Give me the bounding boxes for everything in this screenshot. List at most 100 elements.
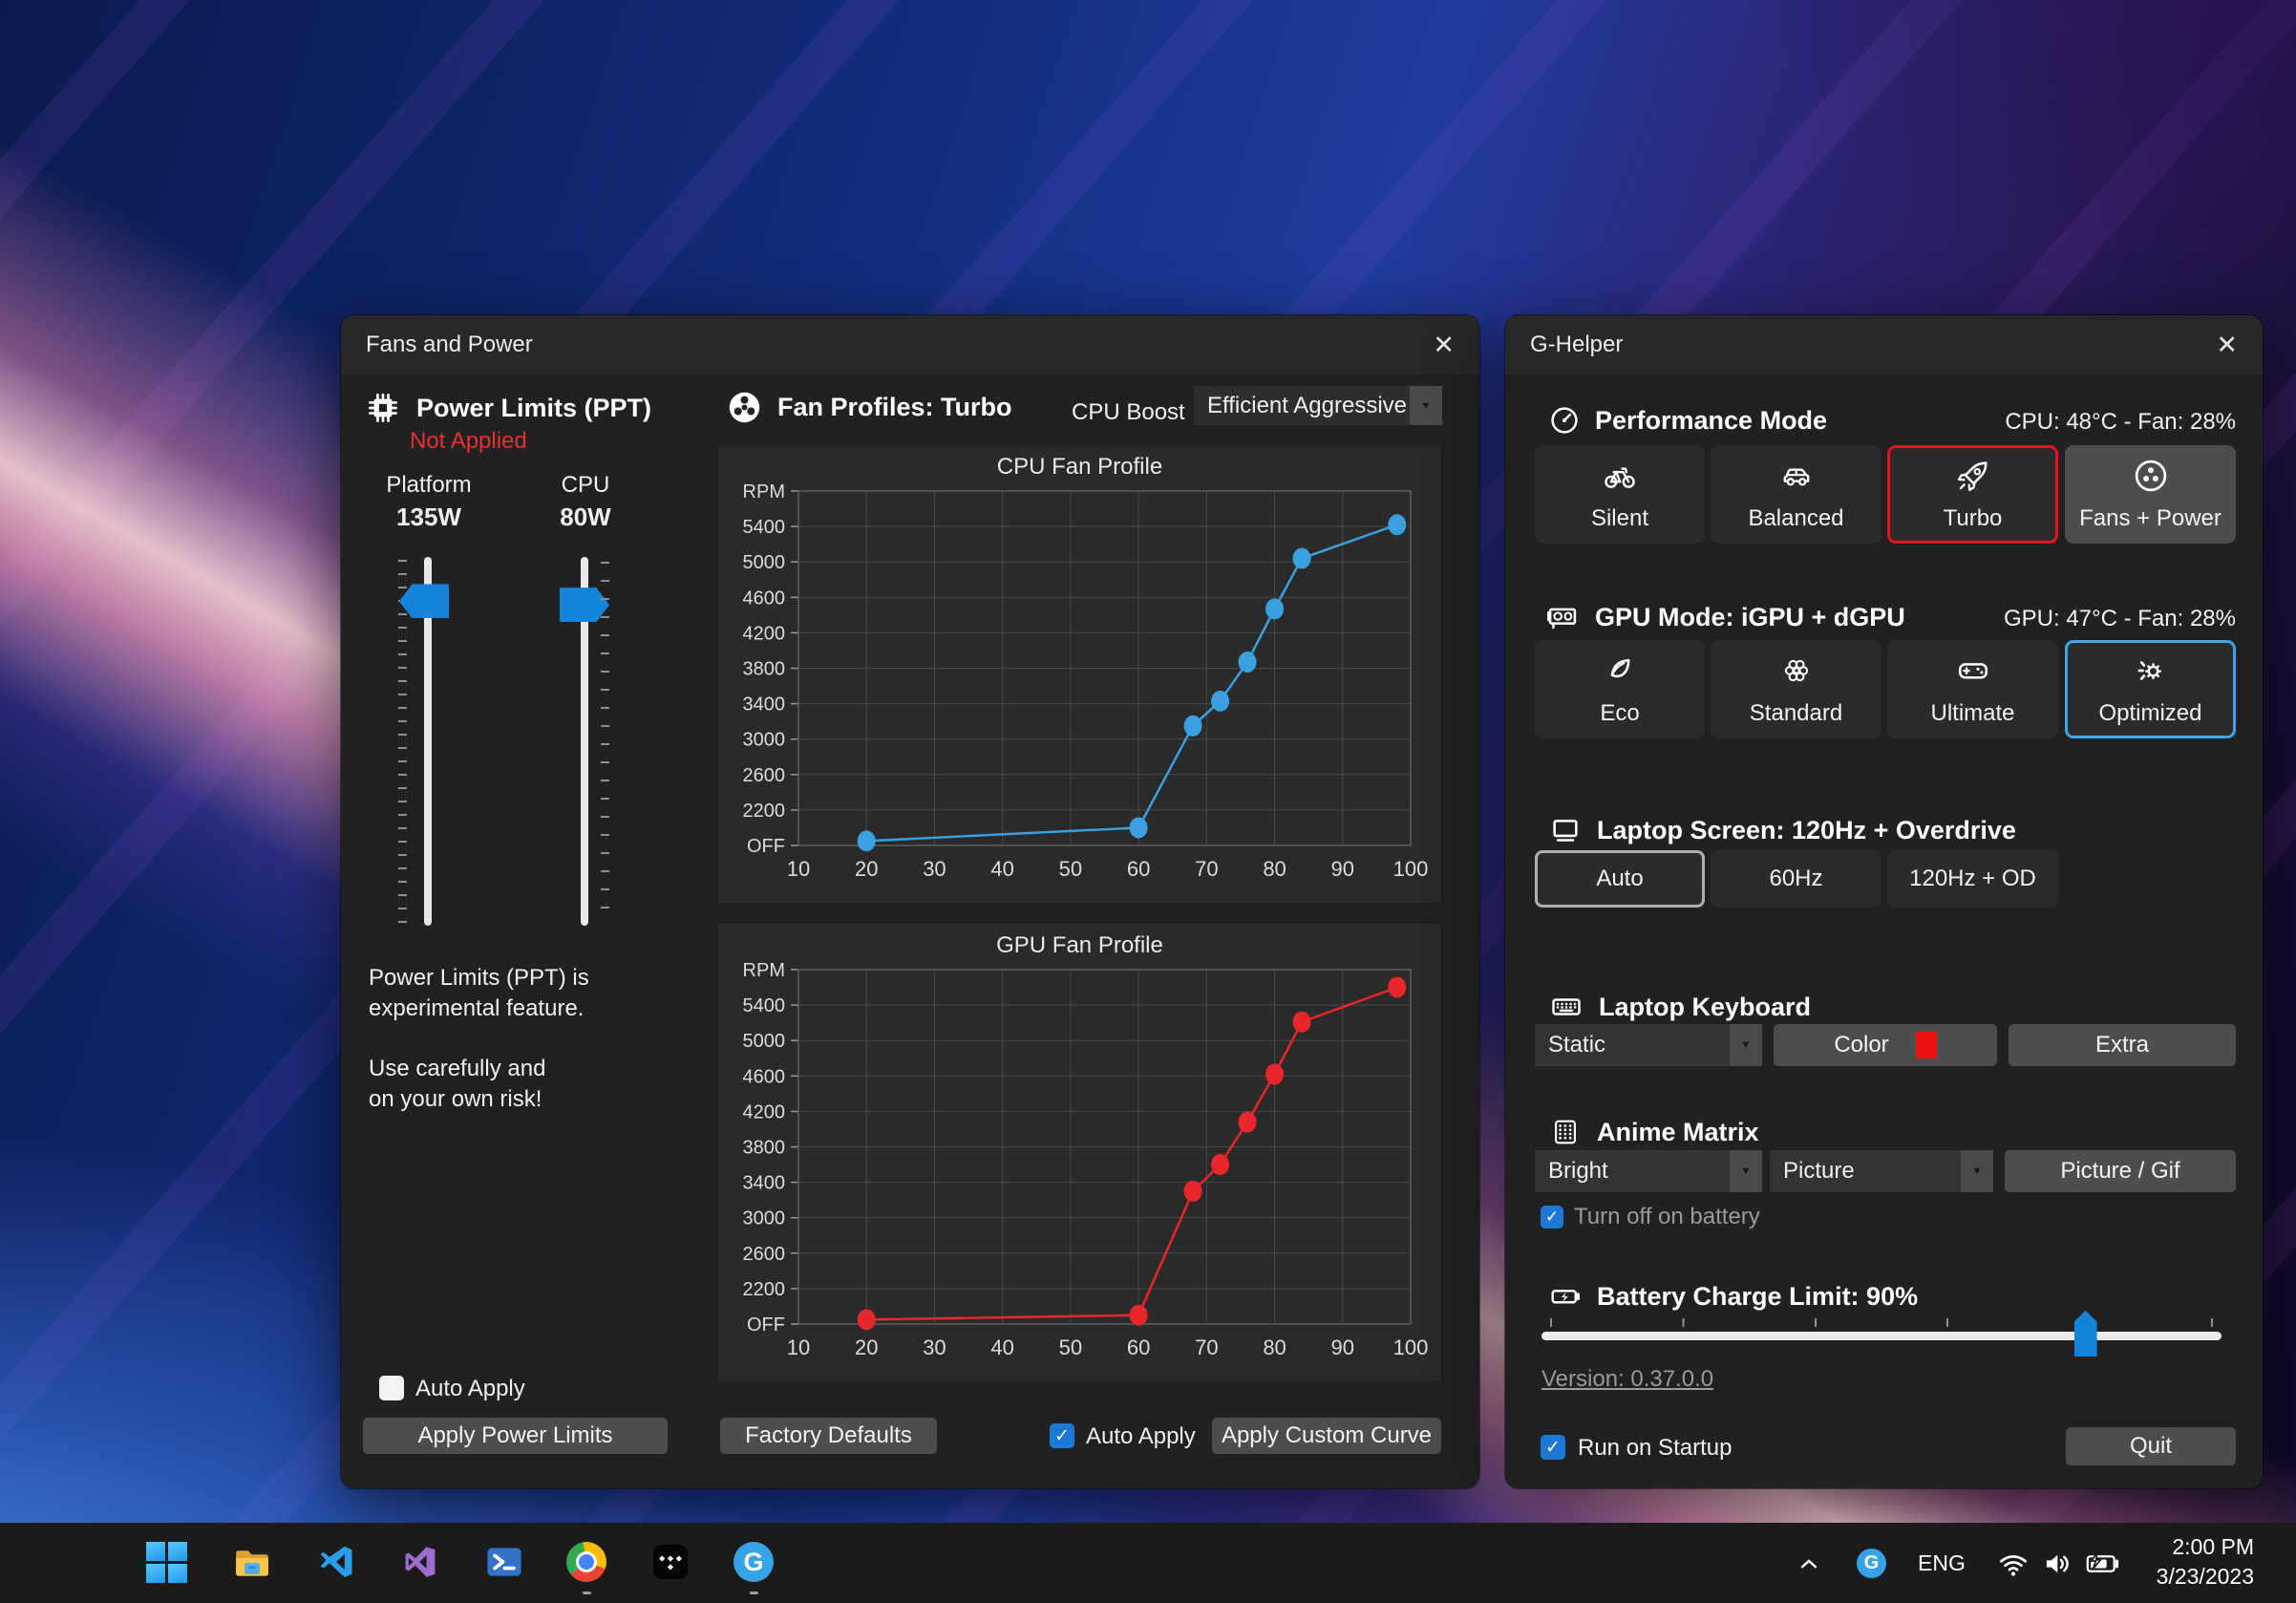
svg-text:2600: 2600 <box>743 765 786 786</box>
gpu-temp-status: GPU: 47°C - Fan: 28% <box>2004 606 2236 632</box>
mode-tile-fans-power[interactable]: Fans + Power <box>2065 445 2236 544</box>
screen-option-120hz-od[interactable]: 120Hz + OD <box>1887 850 2058 908</box>
ghelper-running-indicator <box>750 1592 758 1594</box>
visual-studio-icon[interactable] <box>399 1541 441 1583</box>
screen-option-auto[interactable]: Auto <box>1535 850 1705 908</box>
svg-text:10: 10 <box>787 857 810 881</box>
quit-button[interactable]: Quit <box>2066 1427 2236 1465</box>
mode-tile-turbo[interactable]: Turbo <box>1887 445 2058 544</box>
keyboard-extra-button[interactable]: Extra <box>2009 1024 2236 1066</box>
gpu-tile-standard[interactable]: Standard <box>1711 640 1881 738</box>
tray-ghelper-icon[interactable]: G <box>1857 1549 1886 1578</box>
taskbar: G G ENG 2:00 PM 3/23/2023 <box>0 1523 2296 1603</box>
powershell-icon[interactable] <box>483 1541 525 1583</box>
battery-tray-icon[interactable] <box>2084 1547 2122 1581</box>
vscode-icon <box>315 1541 357 1583</box>
mode-tile-balanced[interactable]: Balanced <box>1711 445 1881 544</box>
screen-option-60hz[interactable]: 60Hz <box>1711 850 1881 908</box>
matrix-battery-checkbox[interactable]: ✓ <box>1541 1206 1563 1229</box>
flower-icon <box>1778 652 1815 689</box>
svg-text:20: 20 <box>855 857 878 881</box>
fans-window-title: Fans and Power <box>366 331 533 358</box>
cpu-boost-dropdown[interactable]: Efficient Aggressive ▼ <box>1194 386 1442 425</box>
run-on-startup-label: Run on Startup <box>1578 1435 1732 1462</box>
vscode-icon[interactable] <box>315 1541 357 1583</box>
cpu-slider-ticks <box>601 562 609 923</box>
wifi-icon[interactable] <box>1996 1547 2030 1581</box>
explorer-icon[interactable] <box>231 1541 273 1583</box>
svg-text:50: 50 <box>1059 857 1082 881</box>
start-icon[interactable] <box>145 1541 187 1583</box>
keyboard-mode-dropdown[interactable]: Static ▼ <box>1535 1024 1762 1066</box>
chevron-down-icon[interactable]: ▼ <box>1410 386 1442 425</box>
svg-text:5000: 5000 <box>743 552 786 573</box>
power-limits-note-line: on your own risk! <box>369 1086 542 1113</box>
svg-text:50: 50 <box>1059 1336 1082 1359</box>
svg-text:4600: 4600 <box>743 588 786 609</box>
svg-text:10: 10 <box>787 1336 810 1359</box>
battery-slider-track[interactable] <box>1541 1332 2222 1340</box>
tile-label: Standard <box>1750 700 1842 727</box>
cpu-temp-status: CPU: 48°C - Fan: 28% <box>2005 409 2236 436</box>
tray-language[interactable]: ENG <box>1918 1550 1966 1576</box>
svg-text:CPU Fan Profile: CPU Fan Profile <box>997 454 1162 480</box>
close-icon[interactable]: ✕ <box>1433 331 1455 360</box>
apply-custom-curve-button[interactable]: Apply Custom Curve <box>1212 1418 1441 1454</box>
ghelper-titlebar[interactable]: G-Helper ✕ <box>1505 315 2263 374</box>
chrome-icon[interactable] <box>566 1542 608 1584</box>
svg-text:30: 30 <box>923 857 946 881</box>
auto-apply-curve-label: Auto Apply <box>1086 1423 1196 1450</box>
chevron-down-icon[interactable]: ▼ <box>1730 1150 1762 1192</box>
svg-text:40: 40 <box>990 1336 1013 1359</box>
gpu-tile-optimized[interactable]: Optimized <box>2065 640 2236 738</box>
platform-label: Platform <box>370 472 488 499</box>
svg-text:4200: 4200 <box>743 1101 786 1122</box>
powershell-icon <box>483 1541 525 1583</box>
svg-text:100: 100 <box>1393 1336 1429 1359</box>
gpu-fan-chart-panel[interactable]: GPU Fan ProfileOFF2200260030003400380042… <box>717 923 1442 1382</box>
svg-text:3000: 3000 <box>743 730 786 751</box>
auto-apply-curve-checkbox[interactable]: ✓ <box>1050 1423 1074 1448</box>
matrix-content-dropdown[interactable]: Picture ▼ <box>1770 1150 1993 1192</box>
gpu-tile-ultimate[interactable]: Ultimate <box>1887 640 2058 738</box>
tray-chevron-up-icon[interactable] <box>1794 1549 1824 1579</box>
auto-apply-power-checkbox[interactable] <box>379 1376 404 1400</box>
power-limits-note-line: experimental feature. <box>369 995 584 1022</box>
volume-icon[interactable] <box>2040 1547 2074 1581</box>
svg-text:90: 90 <box>1331 857 1354 881</box>
svg-text:OFF: OFF <box>747 836 785 857</box>
auto-apply-power-label: Auto Apply <box>415 1376 525 1402</box>
cpu-label: CPU <box>526 472 645 499</box>
svg-text:GPU Fan Profile: GPU Fan Profile <box>996 932 1163 958</box>
cpu-boost-value: Efficient Aggressive <box>1207 393 1407 419</box>
version-link[interactable]: Version: 0.37.0.0 <box>1541 1366 1713 1393</box>
tile-label: Balanced <box>1748 505 1843 532</box>
clock[interactable]: 2:00 PM 3/23/2023 <box>2157 1532 2254 1592</box>
svg-text:4600: 4600 <box>743 1066 786 1087</box>
laptop-screen-header: Laptop Screen: 120Hz + Overdrive <box>1549 814 2016 846</box>
color-swatch[interactable] <box>1916 1032 1937 1058</box>
close-icon[interactable]: ✕ <box>2216 331 2238 360</box>
chevron-down-icon[interactable]: ▼ <box>1961 1150 1993 1192</box>
anime-matrix-icon <box>1549 1116 1582 1148</box>
matrix-brightness-dropdown[interactable]: Bright ▼ <box>1535 1150 1762 1192</box>
gpu-card-icon <box>1545 600 1580 634</box>
chevron-down-icon[interactable]: ▼ <box>1730 1024 1762 1066</box>
tidal-icon[interactable] <box>649 1541 691 1583</box>
fans-window-titlebar[interactable]: Fans and Power ✕ <box>341 315 1479 374</box>
keyboard-mode-value: Static <box>1548 1032 1605 1058</box>
svg-text:2200: 2200 <box>743 801 786 822</box>
apply-power-limits-button[interactable]: Apply Power Limits <box>363 1418 668 1454</box>
chevron-up-icon <box>1795 1550 1823 1578</box>
mode-tile-silent[interactable]: Silent <box>1535 445 1705 544</box>
ghelper-taskbar-icon[interactable]: G <box>733 1542 776 1584</box>
run-on-startup-checkbox[interactable]: ✓ <box>1541 1435 1565 1460</box>
picture-gif-button[interactable]: Picture / Gif <box>2005 1150 2236 1192</box>
bicycle-icon <box>1602 458 1638 494</box>
gpu-tile-eco[interactable]: Eco <box>1535 640 1705 738</box>
keyboard-icon <box>1549 990 1584 1024</box>
factory-defaults-button[interactable]: Factory Defaults <box>720 1418 937 1454</box>
cpu-fan-chart-panel[interactable]: CPU Fan ProfileOFF2200260030003400380042… <box>717 444 1442 904</box>
keyboard-color-button[interactable]: Color <box>1774 1024 1997 1066</box>
ghelper-title: G-Helper <box>1530 331 1623 358</box>
